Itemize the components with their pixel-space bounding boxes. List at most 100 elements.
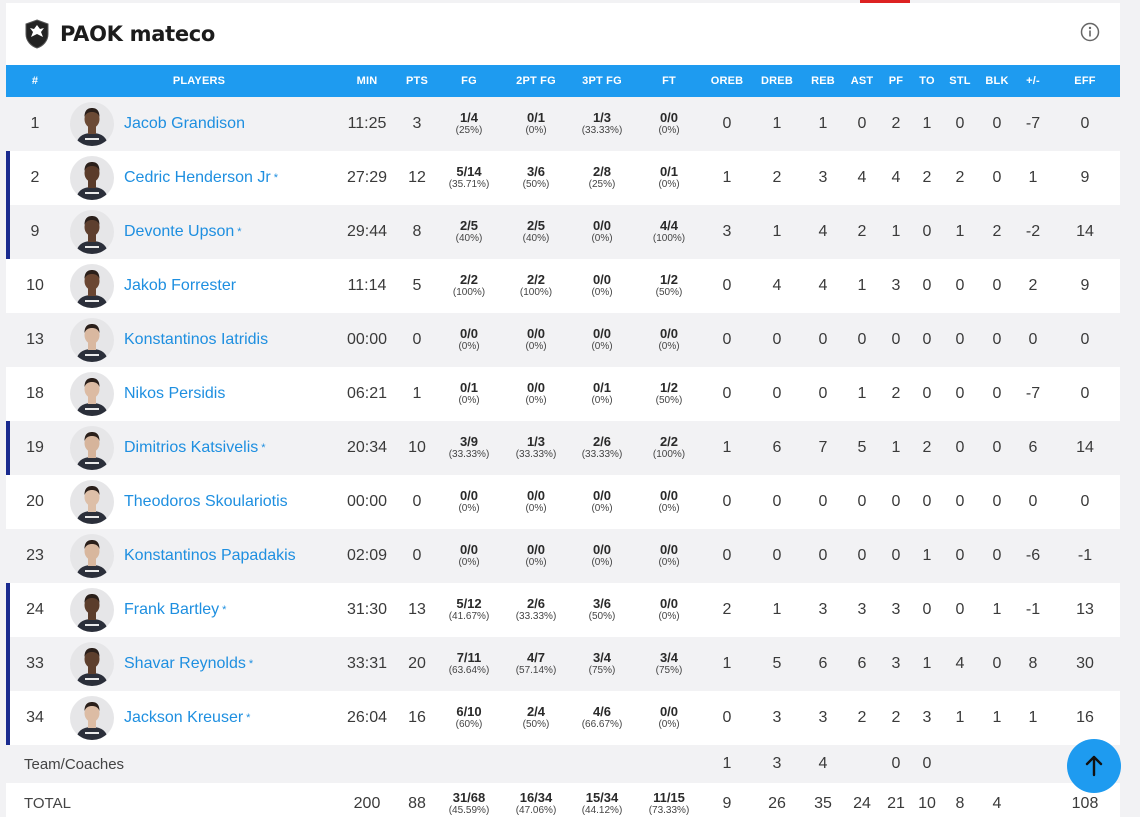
player-name-link[interactable]: Konstantinos Papadakis	[124, 547, 296, 565]
player-photo-icon	[76, 378, 108, 416]
stat-to: 1	[922, 655, 932, 672]
column-header-6[interactable]: 3PT FG	[568, 65, 636, 97]
player-number: 10	[26, 277, 44, 294]
stat-fg3: 0/0 (0%)	[568, 259, 636, 313]
stat-fg-made-attempted: 1/4	[459, 110, 479, 125]
stat-fg3-percentage: (75%)	[588, 665, 616, 676]
stat-fg3-made-attempted: 2/6	[592, 434, 612, 449]
stat-eff: 9	[1080, 277, 1090, 294]
player-info: Cedric Henderson Jr *	[64, 156, 334, 200]
avatar[interactable]	[70, 318, 114, 362]
stat-ft-made-attempted: 0/0	[659, 596, 679, 611]
stat-to: 0	[922, 277, 932, 294]
stat-blk: 0	[992, 493, 1002, 510]
column-header-3[interactable]: PTS	[400, 65, 434, 97]
avatar[interactable]	[70, 426, 114, 470]
column-header-9[interactable]: DREB	[752, 65, 802, 97]
column-header-16[interactable]: +/-	[1016, 65, 1050, 97]
stat-stl: 0	[955, 277, 965, 294]
stat-fg2-made-attempted: 0/0	[526, 380, 546, 395]
column-header-15[interactable]: BLK	[978, 65, 1016, 97]
stat-fg2-made-attempted: 4/7	[526, 650, 546, 665]
column-header-1[interactable]: PLAYERS	[64, 65, 334, 97]
player-name-link[interactable]: Konstantinos Iatridis	[124, 331, 268, 349]
player-info: Konstantinos Iatridis	[64, 318, 334, 362]
column-header-5[interactable]: 2PT FG	[504, 65, 568, 97]
empty-cell	[504, 745, 568, 783]
column-header-10[interactable]: REB	[802, 65, 844, 97]
avatar[interactable]	[70, 588, 114, 632]
player-number: 19	[6, 421, 64, 475]
stat-fg2-made-attempted: 2/6	[526, 596, 546, 611]
stat-fg2-made-attempted: 3/6	[526, 164, 546, 179]
stat-fg3-percentage: (33.33%)	[581, 125, 623, 136]
stat-fg3: 2/6 (33.33%)	[568, 421, 636, 475]
stat-to: 0	[922, 331, 932, 348]
column-header-12[interactable]: PF	[880, 65, 912, 97]
avatar[interactable]	[70, 102, 114, 146]
player-name-link[interactable]: Jackson Kreuser	[124, 709, 243, 727]
player-number: 13	[26, 331, 44, 348]
column-header-14[interactable]: STL	[942, 65, 978, 97]
team-coaches-label: Team/Coaches	[24, 755, 125, 773]
team-stat-oreb: 1	[722, 755, 732, 772]
column-header-8[interactable]: OREB	[702, 65, 752, 97]
player-name-link[interactable]: Jakob Forrester	[124, 277, 236, 295]
player-name-link[interactable]: Dimitrios Katsivelis	[124, 439, 258, 457]
stat-fg2-percentage: (0%)	[525, 341, 547, 352]
player-cell: Shavar Reynolds *	[64, 637, 334, 691]
stat-fg-made-attempted: 2/5	[459, 218, 479, 233]
stat-fg3: 0/1 (0%)	[568, 367, 636, 421]
column-header-17[interactable]: EFF	[1050, 65, 1120, 97]
avatar[interactable]	[70, 210, 114, 254]
stat-fg2: 1/3 (33.33%)	[504, 421, 568, 475]
stat-fg-made-attempted: 0/0	[459, 488, 479, 503]
paok-crest-icon	[25, 19, 49, 49]
stat-pm: 1	[1028, 709, 1038, 726]
avatar[interactable]	[70, 264, 114, 308]
player-name-link[interactable]: Devonte Upson	[124, 223, 234, 241]
table-row: 20 Theodoros Skoulariotis 00:00 0 0/0 (0%) 0/0…	[6, 475, 1120, 529]
player-name-link[interactable]: Theodoros Skoulariotis	[124, 493, 288, 511]
avatar[interactable]	[70, 372, 114, 416]
info-icon[interactable]	[1080, 22, 1100, 42]
avatar[interactable]	[70, 480, 114, 524]
stat-min: 27:29	[346, 169, 388, 186]
avatar[interactable]	[70, 642, 114, 686]
stat-fg2: 0/0 (0%)	[504, 367, 568, 421]
scroll-to-top-button[interactable]	[1067, 739, 1121, 793]
stat-fg: 0/0 (0%)	[434, 313, 504, 367]
column-header-7[interactable]: FT	[636, 65, 702, 97]
stat-to: 0	[922, 223, 932, 240]
stat-pf: 2	[891, 115, 901, 132]
stat-fg3-percentage: (0%)	[591, 341, 613, 352]
total-stl: 8	[955, 795, 965, 812]
avatar[interactable]	[70, 534, 114, 578]
stat-ft-percentage: (0%)	[658, 719, 680, 730]
column-header-13[interactable]: TO	[912, 65, 942, 97]
stat-fg2: 2/5 (40%)	[504, 205, 568, 259]
player-info: Konstantinos Papadakis	[64, 534, 334, 578]
column-header-4[interactable]: FG	[434, 65, 504, 97]
player-name-link[interactable]: Cedric Henderson Jr	[124, 169, 271, 187]
player-name-link[interactable]: Shavar Reynolds	[124, 655, 246, 673]
stat-pf: 0	[891, 331, 901, 348]
stat-pts: 1	[412, 385, 422, 402]
player-name-link[interactable]: Frank Bartley	[124, 601, 219, 619]
player-name-link[interactable]: Nikos Persidis	[124, 385, 225, 403]
stat-fg2-percentage: (0%)	[525, 557, 547, 568]
avatar[interactable]	[70, 696, 114, 740]
stat-fg3-percentage: (50%)	[588, 611, 616, 622]
column-header-2[interactable]: MIN	[334, 65, 400, 97]
stat-stl: 0	[955, 439, 965, 456]
avatar[interactable]	[70, 156, 114, 200]
stat-ft: 3/4 (75%)	[636, 637, 702, 691]
stat-stl: 0	[955, 493, 965, 510]
stat-fg3: 4/6 (66.67%)	[568, 691, 636, 745]
player-name-link[interactable]: Jacob Grandison	[124, 115, 245, 133]
stat-dreb: 6	[772, 439, 782, 456]
stat-fg2-made-attempted: 1/3	[526, 434, 546, 449]
empty-cell	[434, 745, 504, 783]
column-header-11[interactable]: AST	[844, 65, 880, 97]
column-header-0[interactable]: #	[6, 65, 64, 97]
